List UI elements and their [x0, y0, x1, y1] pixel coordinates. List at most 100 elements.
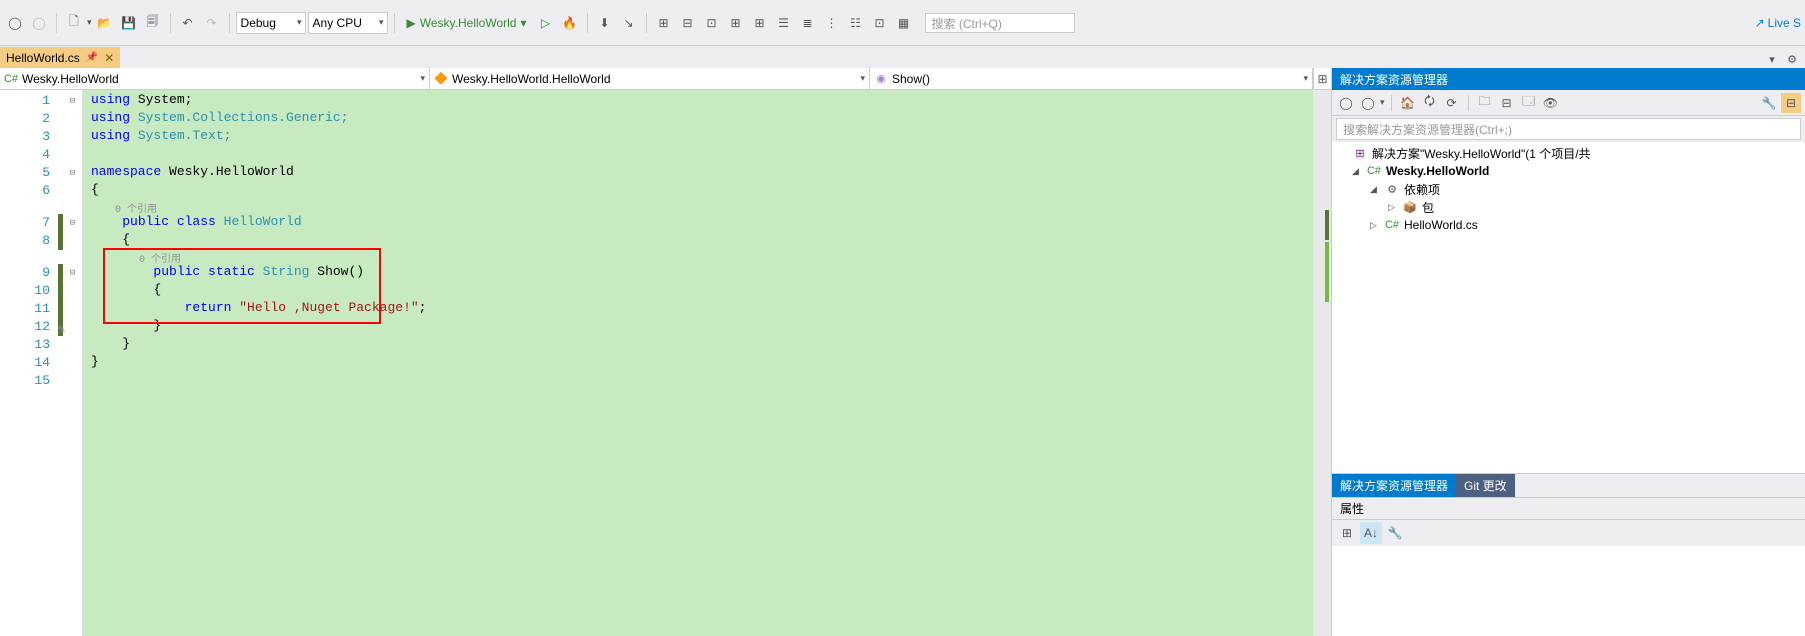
se-wrench-icon[interactable]: 🔧 [1759, 93, 1779, 113]
tab-gear-icon[interactable]: ⚙ [1783, 50, 1801, 68]
csharp-project-icon: C# [1366, 163, 1382, 179]
step-icon[interactable]: ⬇ [594, 12, 616, 34]
tab-helloworld[interactable]: HelloWorld.cs 📌 ✕ [0, 47, 120, 68]
expand-icon[interactable]: ▷ [1370, 220, 1380, 231]
tb-icon-d[interactable]: ⊞ [725, 12, 747, 34]
start-no-debug-icon[interactable]: ▷ [535, 12, 557, 34]
se-showall-icon[interactable]: 🗀 [1475, 93, 1495, 113]
expand-icon[interactable]: ◢ [1352, 166, 1362, 177]
edit-indicator-icon: ✎ [58, 322, 65, 337]
navigation-bar: C# Wesky.HelloWorld 🔶 Wesky.HelloWorld.H… [0, 68, 1331, 90]
se-preview-icon[interactable]: 👁 [1541, 93, 1561, 113]
fold-gutter: ⊟ ⊟ ⊟ ⊟ [63, 90, 83, 636]
props-wrench-icon[interactable]: 🔧 [1384, 522, 1406, 544]
package-icon: 📦 [1402, 199, 1418, 215]
fold-toggle[interactable]: ⊟ [63, 264, 82, 282]
solution-explorer-title: 解决方案资源管理器 [1332, 68, 1805, 90]
nav-class-dropdown[interactable]: 🔶 Wesky.HelloWorld.HelloWorld [430, 68, 870, 89]
hot-reload-icon[interactable]: 🔥 [559, 12, 581, 34]
tab-git-changes[interactable]: Git 更改 [1456, 474, 1515, 497]
tab-solution-explorer[interactable]: 解决方案资源管理器 [1332, 474, 1456, 497]
vertical-scrollbar[interactable] [1313, 90, 1331, 636]
csharp-project-icon: C# [4, 72, 18, 86]
tree-dependencies-node[interactable]: ◢ ⚙ 依赖项 [1332, 180, 1805, 198]
nav-member-label: Show() [892, 72, 930, 86]
live-share-button[interactable]: ↗ Live S [1755, 16, 1801, 30]
props-categorize-icon[interactable]: ⊞ [1336, 522, 1358, 544]
nav-back-icon[interactable]: ◯ [4, 12, 26, 34]
code-content[interactable]: using System; using System.Collections.G… [83, 90, 1313, 636]
step2-icon[interactable]: ↘ [618, 12, 640, 34]
close-icon[interactable]: ✕ [104, 51, 114, 65]
expand-icon[interactable]: ▷ [1388, 202, 1398, 213]
pin-icon[interactable]: 📌 [86, 52, 98, 63]
tb-icon-b[interactable]: ⊟ [677, 12, 699, 34]
solution-explorer-panel: 解决方案资源管理器 ◯ ◯ ▾ 🏠 🗘 ⟳ 🗀 ⊟ 🗔 👁 🔧 ⊟ 搜索解决方案… [1332, 68, 1805, 636]
save-icon[interactable]: 💾 [118, 12, 140, 34]
tree-label: HelloWorld.cs [1404, 218, 1478, 232]
se-properties-icon[interactable]: 🗔 [1519, 93, 1539, 113]
class-icon: 🔶 [434, 72, 448, 86]
start-button[interactable]: ▶ Wesky.HelloWorld ▾ [401, 12, 533, 34]
solution-icon: ⊞ [1352, 145, 1368, 161]
undo-icon[interactable]: ↶ [177, 12, 199, 34]
tree-packages-node[interactable]: ▷ 📦 包 [1332, 198, 1805, 216]
tb-icon-k[interactable]: ▦ [893, 12, 915, 34]
tree-solution-node[interactable]: ⊞ 解决方案"Wesky.HelloWorld"(1 个项目/共 [1332, 144, 1805, 162]
document-tab-strip: HelloWorld.cs 📌 ✕ ▾ ⚙ [0, 46, 1805, 68]
se-refresh-icon[interactable]: ⟳ [1442, 93, 1462, 113]
nav-project-dropdown[interactable]: C# Wesky.HelloWorld [0, 68, 430, 89]
tree-file-node[interactable]: ▷ C# HelloWorld.cs [1332, 216, 1805, 234]
properties-toolbar: ⊞ A↓ 🔧 [1332, 520, 1805, 546]
tree-label: 解决方案"Wesky.HelloWorld"(1 个项目/共 [1372, 145, 1591, 162]
se-home-icon[interactable]: ◯ [1336, 93, 1356, 113]
tb-icon-j[interactable]: ⊡ [869, 12, 891, 34]
panel-tabs: 解决方案资源管理器 Git 更改 [1332, 473, 1805, 497]
tree-label: 依赖项 [1404, 181, 1440, 198]
nav-member-dropdown[interactable]: ◉ Show() [870, 68, 1313, 89]
nav-project-label: Wesky.HelloWorld [22, 72, 119, 86]
tb-icon-i[interactable]: ☷ [845, 12, 867, 34]
main-toolbar: ◯ ◯ 🗋 ▾ 📂 💾 🗐 ↶ ↷ Debug Any CPU ▶ Wesky.… [0, 0, 1805, 46]
solution-tree: ⊞ 解决方案"Wesky.HelloWorld"(1 个项目/共 ◢ C# We… [1332, 142, 1805, 473]
properties-panel: 属性 ⊞ A↓ 🔧 [1332, 497, 1805, 636]
code-editor[interactable]: 123456 78 9101112131415 ⊟ ⊟ ⊟ ⊟ [0, 90, 1331, 636]
nav-fwd-icon[interactable]: ◯ [28, 12, 50, 34]
fold-toggle[interactable]: ⊟ [63, 92, 82, 110]
tb-icon-e[interactable]: ⊞ [749, 12, 771, 34]
fold-toggle[interactable]: ⊟ [63, 214, 82, 232]
tree-label: Wesky.HelloWorld [1386, 164, 1489, 178]
tab-label: HelloWorld.cs [6, 51, 80, 65]
tb-icon-c[interactable]: ⊡ [701, 12, 723, 34]
configuration-dropdown[interactable]: Debug [236, 12, 306, 34]
tab-dropdown-icon[interactable]: ▾ [1763, 50, 1781, 68]
new-file-icon[interactable]: 🗋 [63, 12, 85, 34]
platform-dropdown[interactable]: Any CPU [308, 12, 388, 34]
csharp-file-icon: C# [1384, 217, 1400, 233]
fold-toggle[interactable]: ⊟ [63, 164, 82, 182]
properties-title: 属性 [1332, 498, 1805, 520]
tb-icon-g[interactable]: ≣ [797, 12, 819, 34]
save-all-icon[interactable]: 🗐 [142, 12, 164, 34]
global-search-input[interactable]: 搜索 (Ctrl+Q) [925, 13, 1075, 33]
se-home2-icon[interactable]: 🏠 [1398, 93, 1418, 113]
line-number-gutter: 123456 78 9101112131415 [0, 90, 58, 636]
tb-icon-a[interactable]: ⊞ [653, 12, 675, 34]
redo-icon[interactable]: ↷ [201, 12, 223, 34]
dependencies-icon: ⚙ [1384, 181, 1400, 197]
tree-project-node[interactable]: ◢ C# Wesky.HelloWorld [1332, 162, 1805, 180]
se-collapse-icon[interactable]: ◯ [1358, 93, 1378, 113]
editor-area: C# Wesky.HelloWorld 🔶 Wesky.HelloWorld.H… [0, 68, 1332, 636]
se-toggle-icon[interactable]: ⊟ [1781, 93, 1801, 113]
tb-icon-h[interactable]: ⋮ [821, 12, 843, 34]
solution-search-input[interactable]: 搜索解决方案资源管理器(Ctrl+;) [1336, 118, 1801, 140]
se-collapseall-icon[interactable]: ⊟ [1497, 93, 1517, 113]
open-icon[interactable]: 📂 [94, 12, 116, 34]
expand-icon[interactable]: ◢ [1370, 184, 1380, 195]
split-editor-icon[interactable]: ⊞ [1313, 68, 1331, 90]
nav-class-label: Wesky.HelloWorld.HelloWorld [452, 72, 611, 86]
solution-explorer-toolbar: ◯ ◯ ▾ 🏠 🗘 ⟳ 🗀 ⊟ 🗔 👁 🔧 ⊟ [1332, 90, 1805, 116]
se-syncdoc-icon[interactable]: 🗘 [1420, 93, 1440, 113]
tb-icon-f[interactable]: ☰ [773, 12, 795, 34]
props-alpha-icon[interactable]: A↓ [1360, 522, 1382, 544]
